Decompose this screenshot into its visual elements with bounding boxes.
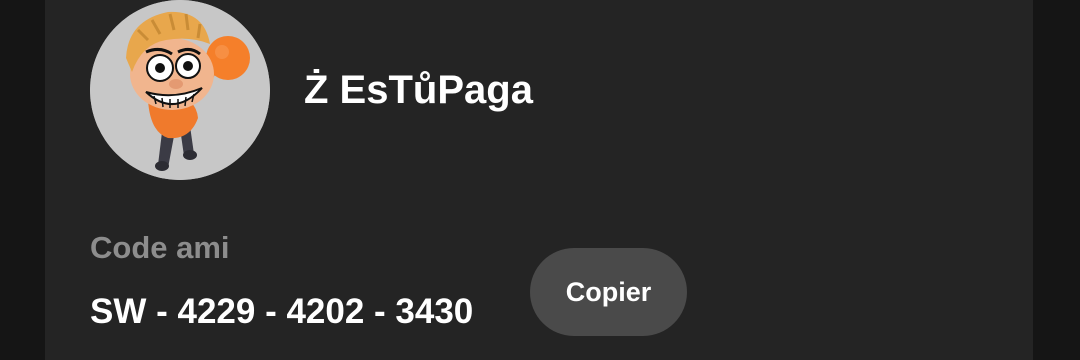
mii-avatar-icon (90, 0, 270, 180)
screen: Ż EsTůPaga Code ami SW - 4229 - 4202 - 3… (0, 0, 1080, 360)
avatar (90, 0, 270, 180)
username: Ż EsTůPaga (304, 68, 533, 112)
copy-button[interactable]: Copier (530, 248, 687, 336)
friend-code-label: Code ami (90, 230, 230, 265)
friend-code-value: SW - 4229 - 4202 - 3430 (90, 292, 474, 331)
